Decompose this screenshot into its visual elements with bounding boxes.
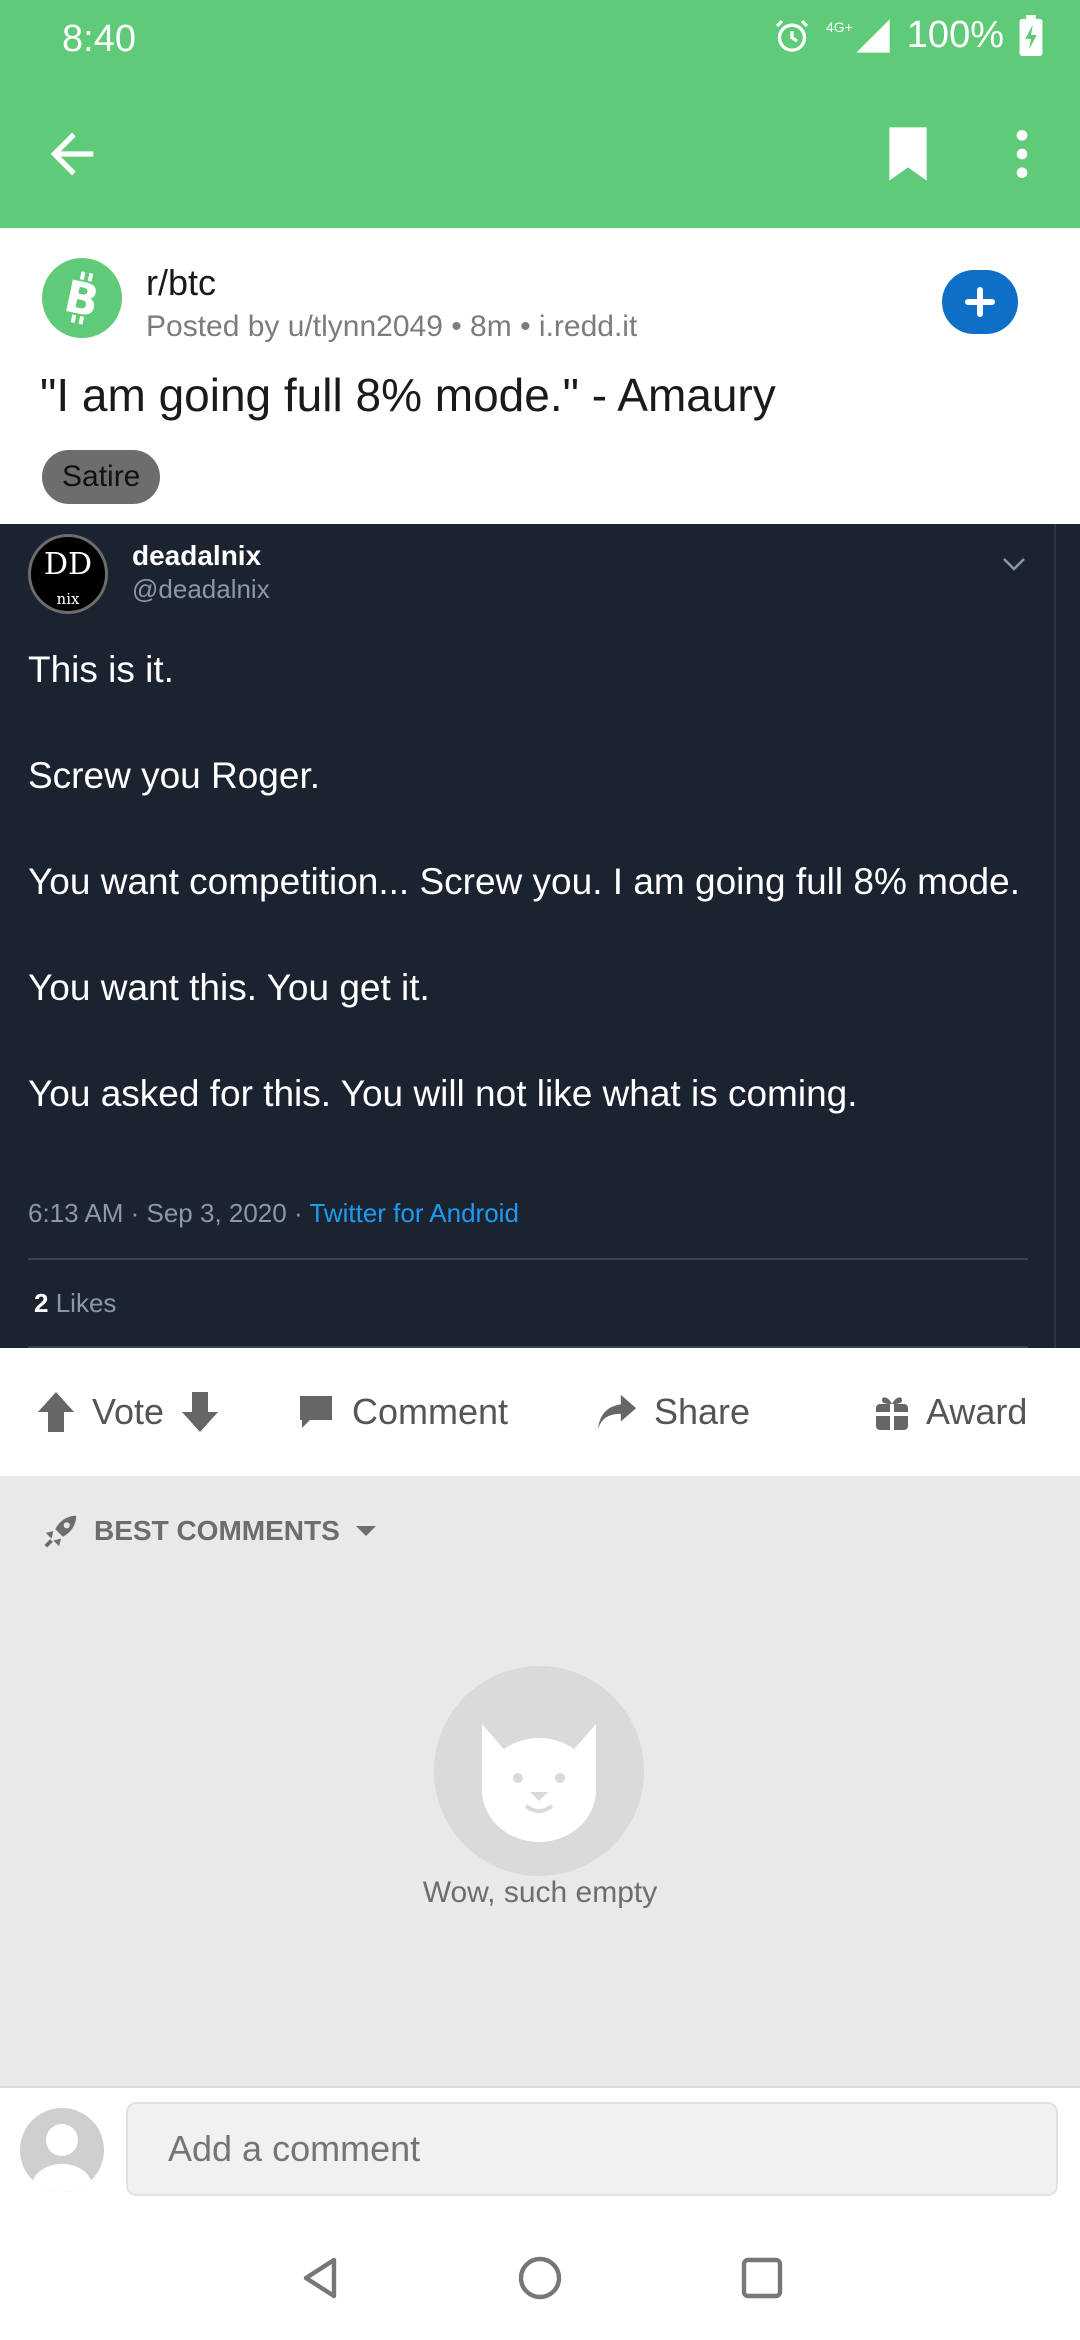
tweet-avatar-subtext: nix: [56, 590, 80, 608]
comment-sort-label: BEST COMMENTS: [94, 1515, 340, 1546]
user-avatar[interactable]: [20, 2108, 104, 2192]
post-action-bar: Vote Comment Share Award: [0, 1348, 1080, 1476]
tweet-source: Twitter for Android: [309, 1198, 519, 1228]
share-button[interactable]: Share: [596, 1382, 750, 1442]
comments-section: BEST COMMENTS Wow, such empty: [0, 1476, 1080, 2086]
empty-state-text: Wow, such empty: [422, 1876, 658, 1909]
status-icons: 4G+ 100%: [772, 14, 1044, 57]
tweet-separator: [28, 1258, 1028, 1260]
post-meta: Posted by u/tlynn2049 • 8m • i.redd.it: [146, 310, 638, 343]
tweet-handle: @deadalnix: [132, 574, 270, 604]
chevron-down-icon: [1003, 558, 1025, 571]
battery-label: 100%: [906, 14, 1004, 56]
post-title: "I am going full 8% mode." - Amaury: [40, 369, 776, 421]
tweet-avatar-text: DD: [43, 547, 93, 582]
system-nav-bar: [0, 2218, 1080, 2340]
battery-charging-icon: [1019, 14, 1043, 56]
tweet-likes-label: Likes: [55, 1288, 117, 1318]
post-image-tweet[interactable]: DD nix deadalnix @deadalnix This is it. …: [0, 524, 1080, 1348]
tweet-divider: [1054, 524, 1056, 1348]
tweet-paragraph: You asked for this. You will not like wh…: [28, 1073, 858, 1114]
post-flair: Satire: [42, 450, 161, 504]
tweet-body: This is it. Screw you Roger. You want co…: [28, 644, 1028, 1174]
tweet-likes: 2 Likes: [34, 1288, 116, 1319]
share-label: Share: [654, 1391, 751, 1432]
award-button[interactable]: Award: [874, 1382, 1027, 1442]
app-bar: [0, 80, 1080, 228]
tweet-display-name: deadalnix: [132, 540, 262, 571]
subreddit-icon[interactable]: B: [42, 258, 122, 338]
arrow-back-icon[interactable]: [40, 122, 104, 186]
comment-button[interactable]: Comment: [296, 1382, 508, 1442]
network-label: 4G+: [825, 18, 853, 35]
upvote-icon[interactable]: [36, 1390, 76, 1434]
vote-label: Vote: [92, 1391, 165, 1432]
tweet-footer: 6:13 AM · Sep 3, 2020 · Twitter for Andr…: [28, 1198, 519, 1229]
rocket-icon: [44, 1515, 77, 1548]
more-vert-icon[interactable]: [990, 122, 1054, 186]
signal-icon: [856, 18, 890, 53]
comment-input-bar: [0, 2086, 1080, 2218]
downvote-icon[interactable]: [180, 1390, 220, 1434]
nav-back-icon[interactable]: [296, 2254, 344, 2302]
comment-label: Comment: [352, 1391, 509, 1432]
nav-recents-icon[interactable]: [738, 2254, 786, 2302]
bitcoin-icon: B: [60, 271, 103, 328]
screen: 8:40 4G+ 100% B r/btc Posted by u/tlynn2…: [0, 0, 1080, 2340]
tweet-paragraph: Screw you Roger.: [28, 755, 321, 796]
share-icon: [597, 1394, 637, 1430]
plus-icon: [965, 287, 995, 317]
alarm-icon: [775, 19, 809, 52]
comment-sort-button[interactable]: BEST COMMENTS: [42, 1512, 378, 1550]
gift-icon: [876, 1397, 908, 1430]
tweet-avatar: DD nix: [28, 534, 108, 614]
comment-input[interactable]: [126, 2102, 1058, 2196]
tweet-paragraph: You want this. You get it.: [28, 967, 430, 1008]
vote-group: Vote: [36, 1382, 220, 1442]
award-label: Award: [926, 1391, 1028, 1432]
post-header: B r/btc Posted by u/tlynn2049 • 8m • i.r…: [0, 228, 1080, 524]
caret-down-icon: [355, 1526, 376, 1536]
cat-icon: [482, 1724, 596, 1842]
empty-state-illustration: [434, 1666, 644, 1876]
bookmark-icon[interactable]: [876, 122, 940, 186]
subreddit-name[interactable]: r/btc: [146, 262, 216, 304]
tweet-paragraph: You want competition... Screw you. I am …: [28, 861, 1020, 902]
tweet-likes-count: 2: [34, 1288, 49, 1318]
person-icon: [32, 2124, 92, 2192]
comment-icon: [300, 1396, 332, 1428]
tweet-timestamp: 6:13 AM · Sep 3, 2020 ·: [28, 1198, 310, 1228]
join-button[interactable]: [942, 270, 1018, 334]
status-time: 8:40: [62, 18, 136, 60]
tweet-paragraph: This is it.: [28, 649, 174, 690]
status-bar: 8:40 4G+ 100%: [0, 0, 1080, 80]
nav-home-icon[interactable]: [516, 2254, 564, 2302]
